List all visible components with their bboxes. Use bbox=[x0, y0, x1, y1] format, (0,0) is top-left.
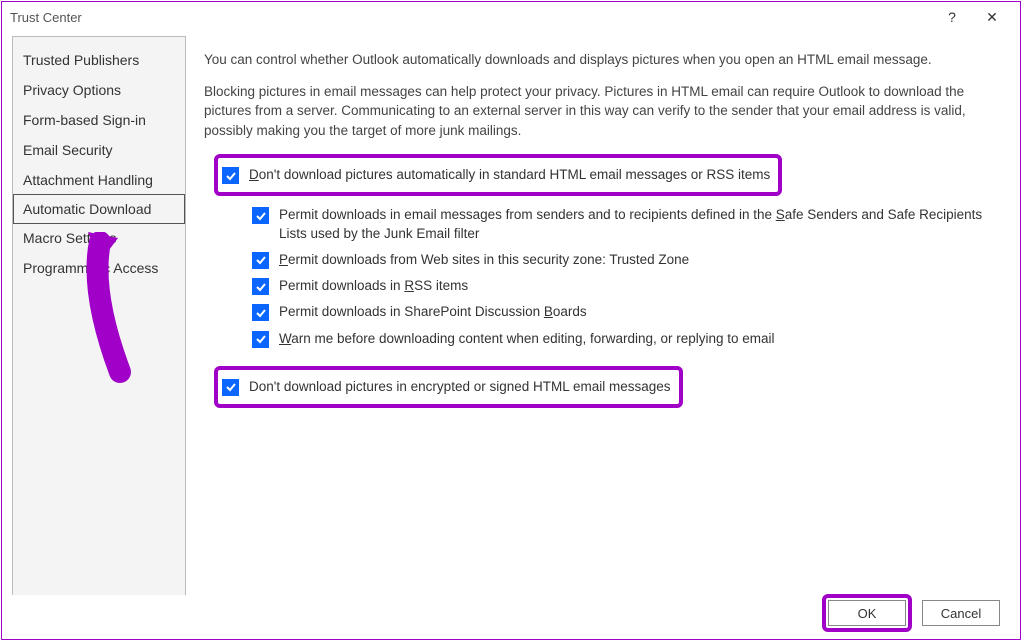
checkbox-icon bbox=[252, 304, 269, 321]
sidebar-item-attachment-handling[interactable]: Attachment Handling bbox=[13, 165, 185, 195]
close-button[interactable]: ✕ bbox=[972, 3, 1012, 31]
content-area: You can control whether Outlook automati… bbox=[204, 36, 1008, 595]
sidebar-item-label: Form-based Sign-in bbox=[23, 112, 146, 128]
sidebar: Trusted Publishers Privacy Options Form-… bbox=[12, 36, 186, 595]
checkbox-icon bbox=[222, 167, 239, 184]
sub-options: Permit downloads in email messages from … bbox=[252, 202, 1008, 351]
sidebar-item-label: Email Security bbox=[23, 142, 112, 158]
checkbox-icon bbox=[252, 331, 269, 348]
intro-paragraph-2: Blocking pictures in email messages can … bbox=[204, 82, 974, 141]
highlight-box-1: Don't download pictures automatically in… bbox=[214, 154, 782, 196]
checkbox-label: Permit downloads in email messages from … bbox=[279, 206, 1008, 242]
sidebar-item-label: Attachment Handling bbox=[23, 172, 153, 188]
sidebar-item-programmatic-access[interactable]: Programmatic Access bbox=[13, 253, 185, 283]
help-button[interactable]: ? bbox=[932, 3, 972, 31]
checkbox-icon bbox=[252, 252, 269, 269]
checkbox-sharepoint[interactable]: Permit downloads in SharePoint Discussio… bbox=[252, 299, 1008, 325]
checkbox-warn-edit[interactable]: Warn me before downloading content when … bbox=[252, 326, 1008, 352]
sidebar-item-privacy-options[interactable]: Privacy Options bbox=[13, 75, 185, 105]
sidebar-item-label: Programmatic Access bbox=[23, 260, 158, 276]
dialog-body: Trusted Publishers Privacy Options Form-… bbox=[2, 32, 1020, 595]
checkbox-label: Permit downloads from Web sites in this … bbox=[279, 251, 689, 269]
checkbox-rss[interactable]: Permit downloads in RSS items bbox=[252, 273, 1008, 299]
window-title: Trust Center bbox=[10, 10, 82, 25]
checkbox-label: Don't download pictures in encrypted or … bbox=[249, 378, 671, 396]
checkbox-label: Permit downloads in SharePoint Discussio… bbox=[279, 303, 587, 321]
help-icon: ? bbox=[948, 9, 956, 25]
sidebar-item-label: Privacy Options bbox=[23, 82, 121, 98]
cancel-button[interactable]: Cancel bbox=[922, 600, 1000, 626]
checkbox-dont-download-html[interactable]: Don't download pictures automatically in… bbox=[222, 162, 770, 188]
highlight-box-ok: OK bbox=[822, 594, 912, 632]
sidebar-item-trusted-publishers[interactable]: Trusted Publishers bbox=[13, 45, 185, 75]
sidebar-item-label: Macro Settings bbox=[23, 230, 116, 246]
sidebar-item-macro-settings[interactable]: Macro Settings bbox=[13, 223, 185, 253]
sidebar-item-automatic-download[interactable]: Automatic Download bbox=[13, 194, 185, 224]
intro-paragraph-1: You can control whether Outlook automati… bbox=[204, 50, 974, 70]
checkbox-label: Warn me before downloading content when … bbox=[279, 330, 775, 348]
dialog-footer: OK Cancel bbox=[2, 595, 1020, 639]
sidebar-item-label: Automatic Download bbox=[23, 201, 151, 217]
sidebar-item-email-security[interactable]: Email Security bbox=[13, 135, 185, 165]
checkbox-label: Don't download pictures automatically in… bbox=[249, 166, 770, 184]
checkbox-icon bbox=[252, 207, 269, 224]
ok-button[interactable]: OK bbox=[828, 600, 906, 626]
trust-center-dialog: Trust Center ? ✕ Trusted Publishers Priv… bbox=[1, 1, 1021, 640]
titlebar: Trust Center ? ✕ bbox=[2, 2, 1020, 32]
ok-label: OK bbox=[858, 606, 877, 621]
highlight-box-2: Don't download pictures in encrypted or … bbox=[214, 366, 683, 408]
sidebar-item-label: Trusted Publishers bbox=[23, 52, 139, 68]
checkbox-encrypted-signed[interactable]: Don't download pictures in encrypted or … bbox=[222, 374, 671, 400]
checkbox-safe-senders[interactable]: Permit downloads in email messages from … bbox=[252, 202, 1008, 246]
checkbox-label: Permit downloads in RSS items bbox=[279, 277, 468, 295]
checkbox-icon bbox=[252, 278, 269, 295]
checkbox-trusted-zone[interactable]: Permit downloads from Web sites in this … bbox=[252, 247, 1008, 273]
close-icon: ✕ bbox=[986, 9, 998, 26]
checkbox-icon bbox=[222, 379, 239, 396]
sidebar-item-form-based-signin[interactable]: Form-based Sign-in bbox=[13, 105, 185, 135]
cancel-label: Cancel bbox=[941, 606, 981, 621]
